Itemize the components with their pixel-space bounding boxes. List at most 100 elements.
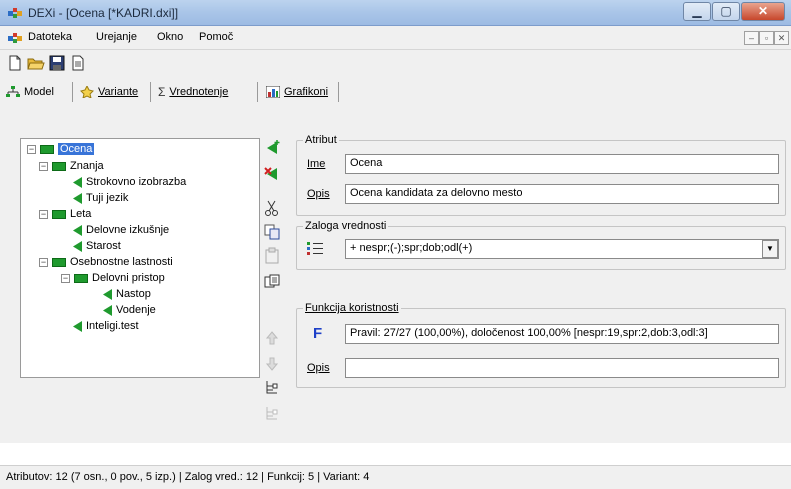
name-field[interactable]: Ocena (345, 154, 779, 174)
tab-grafikoni[interactable]: Grafikoni (266, 82, 328, 102)
document-app-icon[interactable] (8, 31, 22, 45)
tree-node-label: Tuji jezik (86, 192, 129, 204)
tab-variante[interactable]: Variante (80, 82, 138, 102)
move-up-icon[interactable] (262, 328, 282, 348)
move-down-icon[interactable] (262, 354, 282, 374)
toolbar (0, 50, 791, 76)
mdi-restore-button[interactable]: ▫ (759, 31, 774, 45)
menu-urejanje[interactable]: Urejanje (96, 31, 137, 43)
mdi-close-button[interactable]: ✕ (774, 31, 789, 45)
collapse-toggle[interactable]: − (61, 273, 70, 283)
delete-attribute-icon[interactable] (262, 164, 282, 184)
window-title: DEXi - [Ocena [*KADRI.dxi]] (28, 6, 179, 20)
add-attribute-icon[interactable] (262, 138, 282, 158)
model-tree-icon (6, 86, 20, 97)
tree-node-label: Inteligi.test (86, 320, 139, 332)
basic-attribute-icon (73, 320, 82, 332)
function-description-label: Opis (307, 362, 330, 374)
tab-vrednotenje[interactable]: Σ Vrednotenje (158, 82, 228, 102)
report-icon[interactable] (69, 54, 87, 72)
open-folder-icon[interactable] (27, 54, 45, 72)
tab-grafikoni-label: Grafikoni (284, 86, 329, 98)
collapse-toggle[interactable]: − (27, 144, 36, 154)
menu-pomoc[interactable]: Pomoč (199, 31, 233, 43)
paste-icon[interactable] (262, 246, 282, 266)
tab-divider (150, 82, 151, 102)
tree-node[interactable]: Vodenje (103, 303, 156, 317)
copy-icon[interactable] (262, 222, 282, 242)
tree-node[interactable]: − Znanja (39, 159, 104, 173)
tab-divider (257, 82, 258, 102)
save-icon[interactable] (48, 54, 66, 72)
attribute-tree[interactable]: − Ocena − Znanja Strokovno izobrazba Tuj… (20, 138, 260, 378)
basic-attribute-icon (73, 176, 82, 188)
maximize-button[interactable]: ▢ (712, 2, 740, 21)
name-label: Ime (307, 158, 326, 170)
collapse-toggle[interactable]: − (39, 161, 48, 171)
tree-node[interactable]: − Leta (39, 207, 91, 221)
aggregate-attribute-icon (52, 257, 66, 267)
tab-variante-label: Variante (98, 86, 139, 98)
basic-attribute-icon (103, 304, 112, 316)
tree-node[interactable]: Strokovno izobrazba (73, 175, 186, 189)
description-field[interactable]: Ocena kandidata za delovno mesto (345, 184, 779, 204)
attribute-group: Atribut Ime Ocena Opis Ocena kandidata z… (296, 134, 786, 216)
tree-node[interactable]: − Ocena (27, 142, 95, 156)
basic-attribute-icon (103, 288, 112, 300)
tab-model[interactable]: Model (6, 82, 54, 102)
tab-vrednotenje-label: Vrednotenje (169, 86, 229, 98)
tab-model-label: Model (24, 86, 54, 98)
scale-select[interactable]: + nespr;(-);spr;dob;odl(+) (345, 239, 779, 259)
tree-node-label: Delovne izkušnje (86, 224, 170, 236)
collapse-toggle[interactable]: − (39, 209, 48, 219)
tree-node-label: Delovni pristop (92, 272, 165, 284)
menu-okno[interactable]: Okno (157, 31, 183, 43)
structure-disabled-icon[interactable] (262, 404, 282, 424)
tree-node-label: Vodenje (116, 304, 156, 316)
tree-node-label: Ocena (58, 143, 95, 155)
function-group: Funkcija koristnosti F Pravil: 27/27 (10… (296, 302, 786, 388)
tree-node-label: Osebnostne lastnosti (70, 256, 173, 268)
function-description-field[interactable] (345, 358, 779, 378)
collapse-toggle[interactable]: − (39, 257, 48, 267)
status-bar: Atributov: 12 (7 osn., 0 pov., 5 izp.) |… (0, 465, 791, 489)
function-group-label: Funkcija koristnosti (303, 302, 401, 314)
cut-icon[interactable] (262, 198, 282, 218)
structure-icon[interactable] (262, 378, 282, 398)
basic-attribute-icon (73, 224, 82, 236)
aggregate-attribute-icon (52, 209, 66, 219)
tree-node-label: Leta (70, 208, 92, 220)
variants-icon (80, 86, 94, 98)
status-text: Atributov: 12 (7 osn., 0 pov., 5 izp.) |… (6, 471, 370, 483)
menu-bar: Datoteka Urejanje Okno Pomoč ‒ ▫ ✕ (0, 26, 791, 50)
tree-node[interactable]: Delovne izkušnje (73, 223, 169, 237)
new-file-icon[interactable] (6, 54, 24, 72)
duplicate-icon[interactable] (262, 272, 282, 292)
scale-list-icon (307, 242, 323, 255)
tree-node-label: Strokovno izobrazba (86, 176, 187, 188)
close-button[interactable]: ✕ (741, 2, 785, 21)
aggregate-attribute-icon (52, 161, 66, 171)
minimize-button[interactable]: ▁ (683, 2, 711, 21)
tree-node[interactable]: − Osebnostne lastnosti (39, 255, 173, 269)
model-panel: − Ocena − Znanja Strokovno izobrazba Tuj… (0, 106, 791, 443)
tab-divider (338, 82, 339, 102)
tree-node[interactable]: Inteligi.test (73, 319, 139, 333)
tree-node[interactable]: Starost (73, 239, 121, 253)
function-f-icon[interactable]: F (313, 325, 322, 342)
tree-node-label: Starost (86, 240, 121, 252)
basic-attribute-icon (73, 192, 82, 204)
attribute-group-label: Atribut (303, 134, 339, 146)
tree-node[interactable]: − Delovni pristop (61, 271, 165, 285)
tree-node[interactable]: Tuji jezik (73, 191, 128, 205)
tree-node[interactable]: Nastop (103, 287, 151, 301)
chart-icon (266, 86, 280, 98)
function-summary-field[interactable]: Pravil: 27/27 (100,00%), določenost 100,… (345, 324, 779, 344)
mdi-minimize-button[interactable]: ‒ (744, 31, 759, 45)
aggregate-attribute-icon (74, 273, 88, 283)
app-icon (8, 8, 22, 18)
sigma-icon: Σ (158, 85, 166, 99)
scale-dropdown-button[interactable]: ▼ (762, 240, 778, 258)
menu-datoteka[interactable]: Datoteka (28, 31, 72, 43)
tab-strip: Model Variante Σ Vrednotenje Grafikoni (0, 76, 791, 106)
